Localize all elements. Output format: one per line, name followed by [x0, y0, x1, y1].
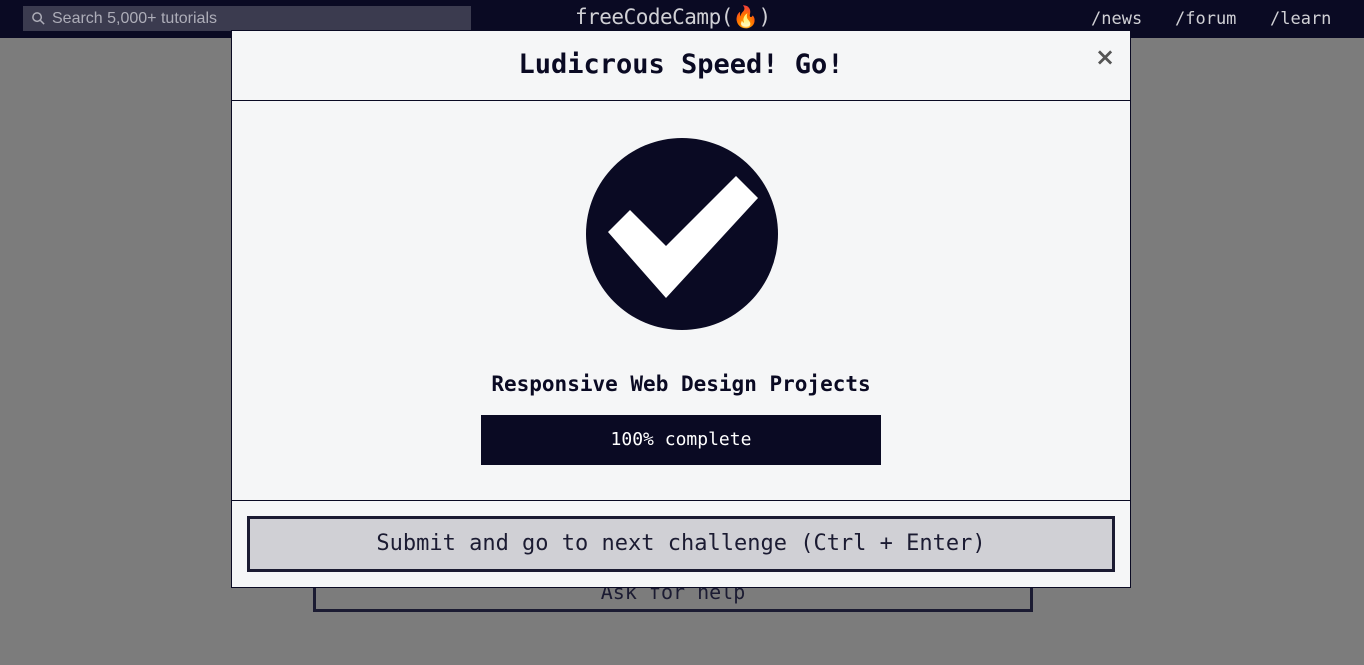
submit-next-challenge-button[interactable]: Submit and go to next challenge (Ctrl + …: [247, 516, 1115, 572]
search-icon: [32, 12, 45, 25]
progress-bar: 100% complete: [481, 415, 881, 465]
close-button[interactable]: ×: [1094, 45, 1116, 69]
search-placeholder: Search 5,000+ tutorials: [52, 9, 217, 27]
completion-modal: Ludicrous Speed! Go! × Responsive Web De…: [231, 30, 1131, 588]
nav-link-forum[interactable]: /forum: [1175, 9, 1236, 29]
nav-link-learn[interactable]: /learn: [1270, 9, 1331, 29]
nav-link-news[interactable]: /news: [1091, 9, 1142, 29]
modal-footer: Submit and go to next challenge (Ctrl + …: [232, 500, 1130, 587]
modal-header: Ludicrous Speed! Go! ×: [232, 31, 1130, 101]
block-name: Responsive Web Design Projects: [491, 372, 871, 396]
progress-label: 100% complete: [610, 429, 752, 450]
freecodecamp-logo[interactable]: freeCodeCamp(🔥): [575, 5, 771, 30]
search-input[interactable]: Search 5,000+ tutorials: [23, 6, 471, 31]
modal-title: Ludicrous Speed! Go!: [518, 49, 844, 80]
checkmark-icon: [586, 138, 778, 330]
